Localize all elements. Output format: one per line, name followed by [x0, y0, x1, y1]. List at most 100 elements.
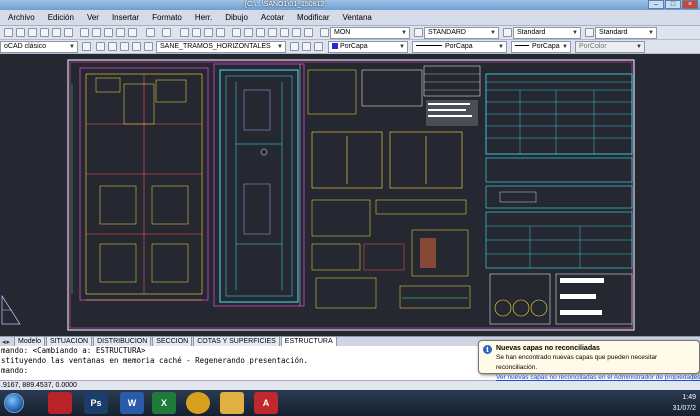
- menu-edicion[interactable]: Edición: [48, 13, 74, 22]
- match-properties-icon[interactable]: [116, 28, 125, 37]
- calculator-icon[interactable]: [292, 28, 301, 37]
- zoom-window-icon[interactable]: [204, 28, 213, 37]
- chevron-down-icon: ▼: [636, 44, 642, 50]
- properties-icon[interactable]: [232, 28, 241, 37]
- table-style-combo[interactable]: Standard ▼: [513, 27, 581, 39]
- clock-time: 1:49: [682, 394, 696, 401]
- print-icon[interactable]: [40, 28, 49, 37]
- layer-previous-icon[interactable]: [302, 42, 311, 51]
- copy-icon[interactable]: [92, 28, 101, 37]
- menu-bar: Archivo Edición Ver Insertar Formato Her…: [0, 10, 700, 26]
- menu-ver[interactable]: Ver: [87, 13, 99, 22]
- chrome-icon[interactable]: [186, 392, 210, 414]
- cut-icon[interactable]: [80, 28, 89, 37]
- undo-icon[interactable]: [146, 28, 155, 37]
- zoom-previous-icon[interactable]: [216, 28, 225, 37]
- pan-icon[interactable]: [180, 28, 189, 37]
- system-clock[interactable]: 1:49 31/07/2: [673, 392, 696, 414]
- block-editor-icon[interactable]: [128, 28, 137, 37]
- menu-insertar[interactable]: Insertar: [112, 13, 139, 22]
- layer-lock-icon[interactable]: [144, 42, 153, 51]
- tab-estructura[interactable]: ESTRUCTURA: [280, 336, 337, 347]
- clock-date: 31/07/2: [672, 405, 696, 412]
- menu-formato[interactable]: Formato: [152, 13, 182, 22]
- layers-properties-toolbar: oCAD clásico ▼ SANE_TRAMOS_HORIZONTALES ▼ …: [0, 40, 700, 54]
- paste-icon[interactable]: [104, 28, 113, 37]
- layer-match-icon[interactable]: [314, 42, 323, 51]
- photoshop-icon[interactable]: Ps: [84, 392, 108, 414]
- workspace-settings-icon[interactable]: [82, 42, 91, 51]
- linetype-preview: [416, 45, 442, 46]
- excel-icon[interactable]: X: [152, 392, 176, 414]
- text-style-combo[interactable]: MON ▼: [330, 27, 410, 39]
- chevron-down-icon: ▼: [69, 44, 75, 50]
- maximize-button[interactable]: □: [665, 0, 681, 9]
- window-controls: – □ ×: [648, 0, 698, 9]
- menu-herramientas[interactable]: Herr.: [195, 13, 212, 22]
- structural-details-center: [307, 65, 481, 309]
- notification-link[interactable]: Ver nuevas capas no reconciliadas en el …: [496, 373, 700, 383]
- tab-seccion[interactable]: SECCION: [152, 336, 193, 347]
- coordinate-readout[interactable]: .9167, 889.4537, 0.0000: [1, 382, 77, 389]
- layer-visibility-icon[interactable]: [120, 42, 129, 51]
- menu-modificar[interactable]: Modificar: [297, 13, 329, 22]
- workspace-combo[interactable]: oCAD clásico ▼: [0, 41, 78, 53]
- multileader-style-combo[interactable]: Standard ▼: [595, 27, 657, 39]
- chevron-down-icon: ▼: [401, 30, 407, 36]
- start-button[interactable]: [4, 393, 24, 413]
- notification-title: Nuevas capas no reconciliadas: [496, 345, 600, 352]
- elevation-left: [1, 294, 21, 325]
- minimize-button[interactable]: –: [648, 0, 664, 9]
- zoom-realtime-icon[interactable]: [192, 28, 201, 37]
- plotstyle-combo[interactable]: PorColor ▼: [575, 41, 645, 53]
- menu-archivo[interactable]: Archivo: [8, 13, 35, 22]
- close-button[interactable]: ×: [682, 0, 698, 9]
- lineweight-combo[interactable]: PorCapa ▼: [511, 41, 571, 53]
- open-file-icon[interactable]: [16, 28, 25, 37]
- tab-situacion[interactable]: SITUACION: [46, 336, 93, 347]
- dim-style-icon: [414, 28, 423, 37]
- floor-plan-left: [71, 67, 209, 301]
- publish-icon[interactable]: [64, 28, 73, 37]
- taskbar: Ps W X A 1:49 31/07/2: [0, 390, 700, 416]
- tab-modelo[interactable]: Modelo: [14, 336, 45, 347]
- tab-nav-arrows-icon[interactable]: ◂▸: [2, 338, 11, 346]
- redo-icon[interactable]: [162, 28, 171, 37]
- layer-combo[interactable]: SANE_TRAMOS_HORIZONTALES ▼: [156, 41, 286, 53]
- markup-icon[interactable]: [280, 28, 289, 37]
- word-icon[interactable]: W: [120, 392, 144, 414]
- tab-cotas-y-superficies[interactable]: COTAS Y SUPERFICIES: [193, 336, 280, 347]
- explorer-icon[interactable]: [220, 392, 244, 414]
- menu-acotar[interactable]: Acotar: [261, 13, 284, 22]
- menu-dibujo[interactable]: Dibujo: [225, 13, 248, 22]
- title-bar: [C:\...\SANO1\01_150812 – □ ×: [0, 0, 700, 10]
- dim-style-combo[interactable]: STANDARD ▼: [424, 27, 499, 39]
- color-combo[interactable]: PorCapa ▼: [328, 41, 408, 53]
- linetype-combo[interactable]: PorCapa ▼: [412, 41, 507, 53]
- layer-state-icon[interactable]: [108, 42, 117, 51]
- standard-toolbar: MON ▼ STANDARD ▼ Standard ▼ Standard ▼: [0, 26, 700, 40]
- autocad-icon[interactable]: A: [254, 392, 278, 414]
- preview-icon[interactable]: [52, 28, 61, 37]
- tool-palettes-icon[interactable]: [256, 28, 265, 37]
- info-icon: i: [483, 345, 492, 354]
- design-center-icon[interactable]: [244, 28, 253, 37]
- drawing-canvas[interactable]: [0, 54, 700, 336]
- layer-notification-balloon[interactable]: i Nuevas capas no reconciliadas Se han e…: [478, 340, 700, 381]
- layer-manager-icon[interactable]: [96, 42, 105, 51]
- save-icon[interactable]: [28, 28, 37, 37]
- help-icon[interactable]: [304, 28, 313, 37]
- lineweight-preview: [515, 45, 529, 46]
- sheet-set-icon[interactable]: [268, 28, 277, 37]
- acrobat-icon[interactable]: [48, 392, 72, 414]
- chevron-down-icon: ▼: [490, 30, 496, 36]
- new-file-icon[interactable]: [4, 28, 13, 37]
- layer-freeze-icon[interactable]: [132, 42, 141, 51]
- make-current-layer-icon[interactable]: [290, 42, 299, 51]
- menu-ventana[interactable]: Ventana: [342, 13, 371, 22]
- autocad-window: [C:\...\SANO1\01_150812 – □ × Archivo Ed…: [0, 0, 700, 416]
- drawing-sheet: [1, 59, 635, 331]
- tab-distribucion[interactable]: DISTRIBUCION: [93, 336, 152, 347]
- color-swatch: [332, 43, 338, 49]
- chevron-down-icon: ▼: [648, 30, 654, 36]
